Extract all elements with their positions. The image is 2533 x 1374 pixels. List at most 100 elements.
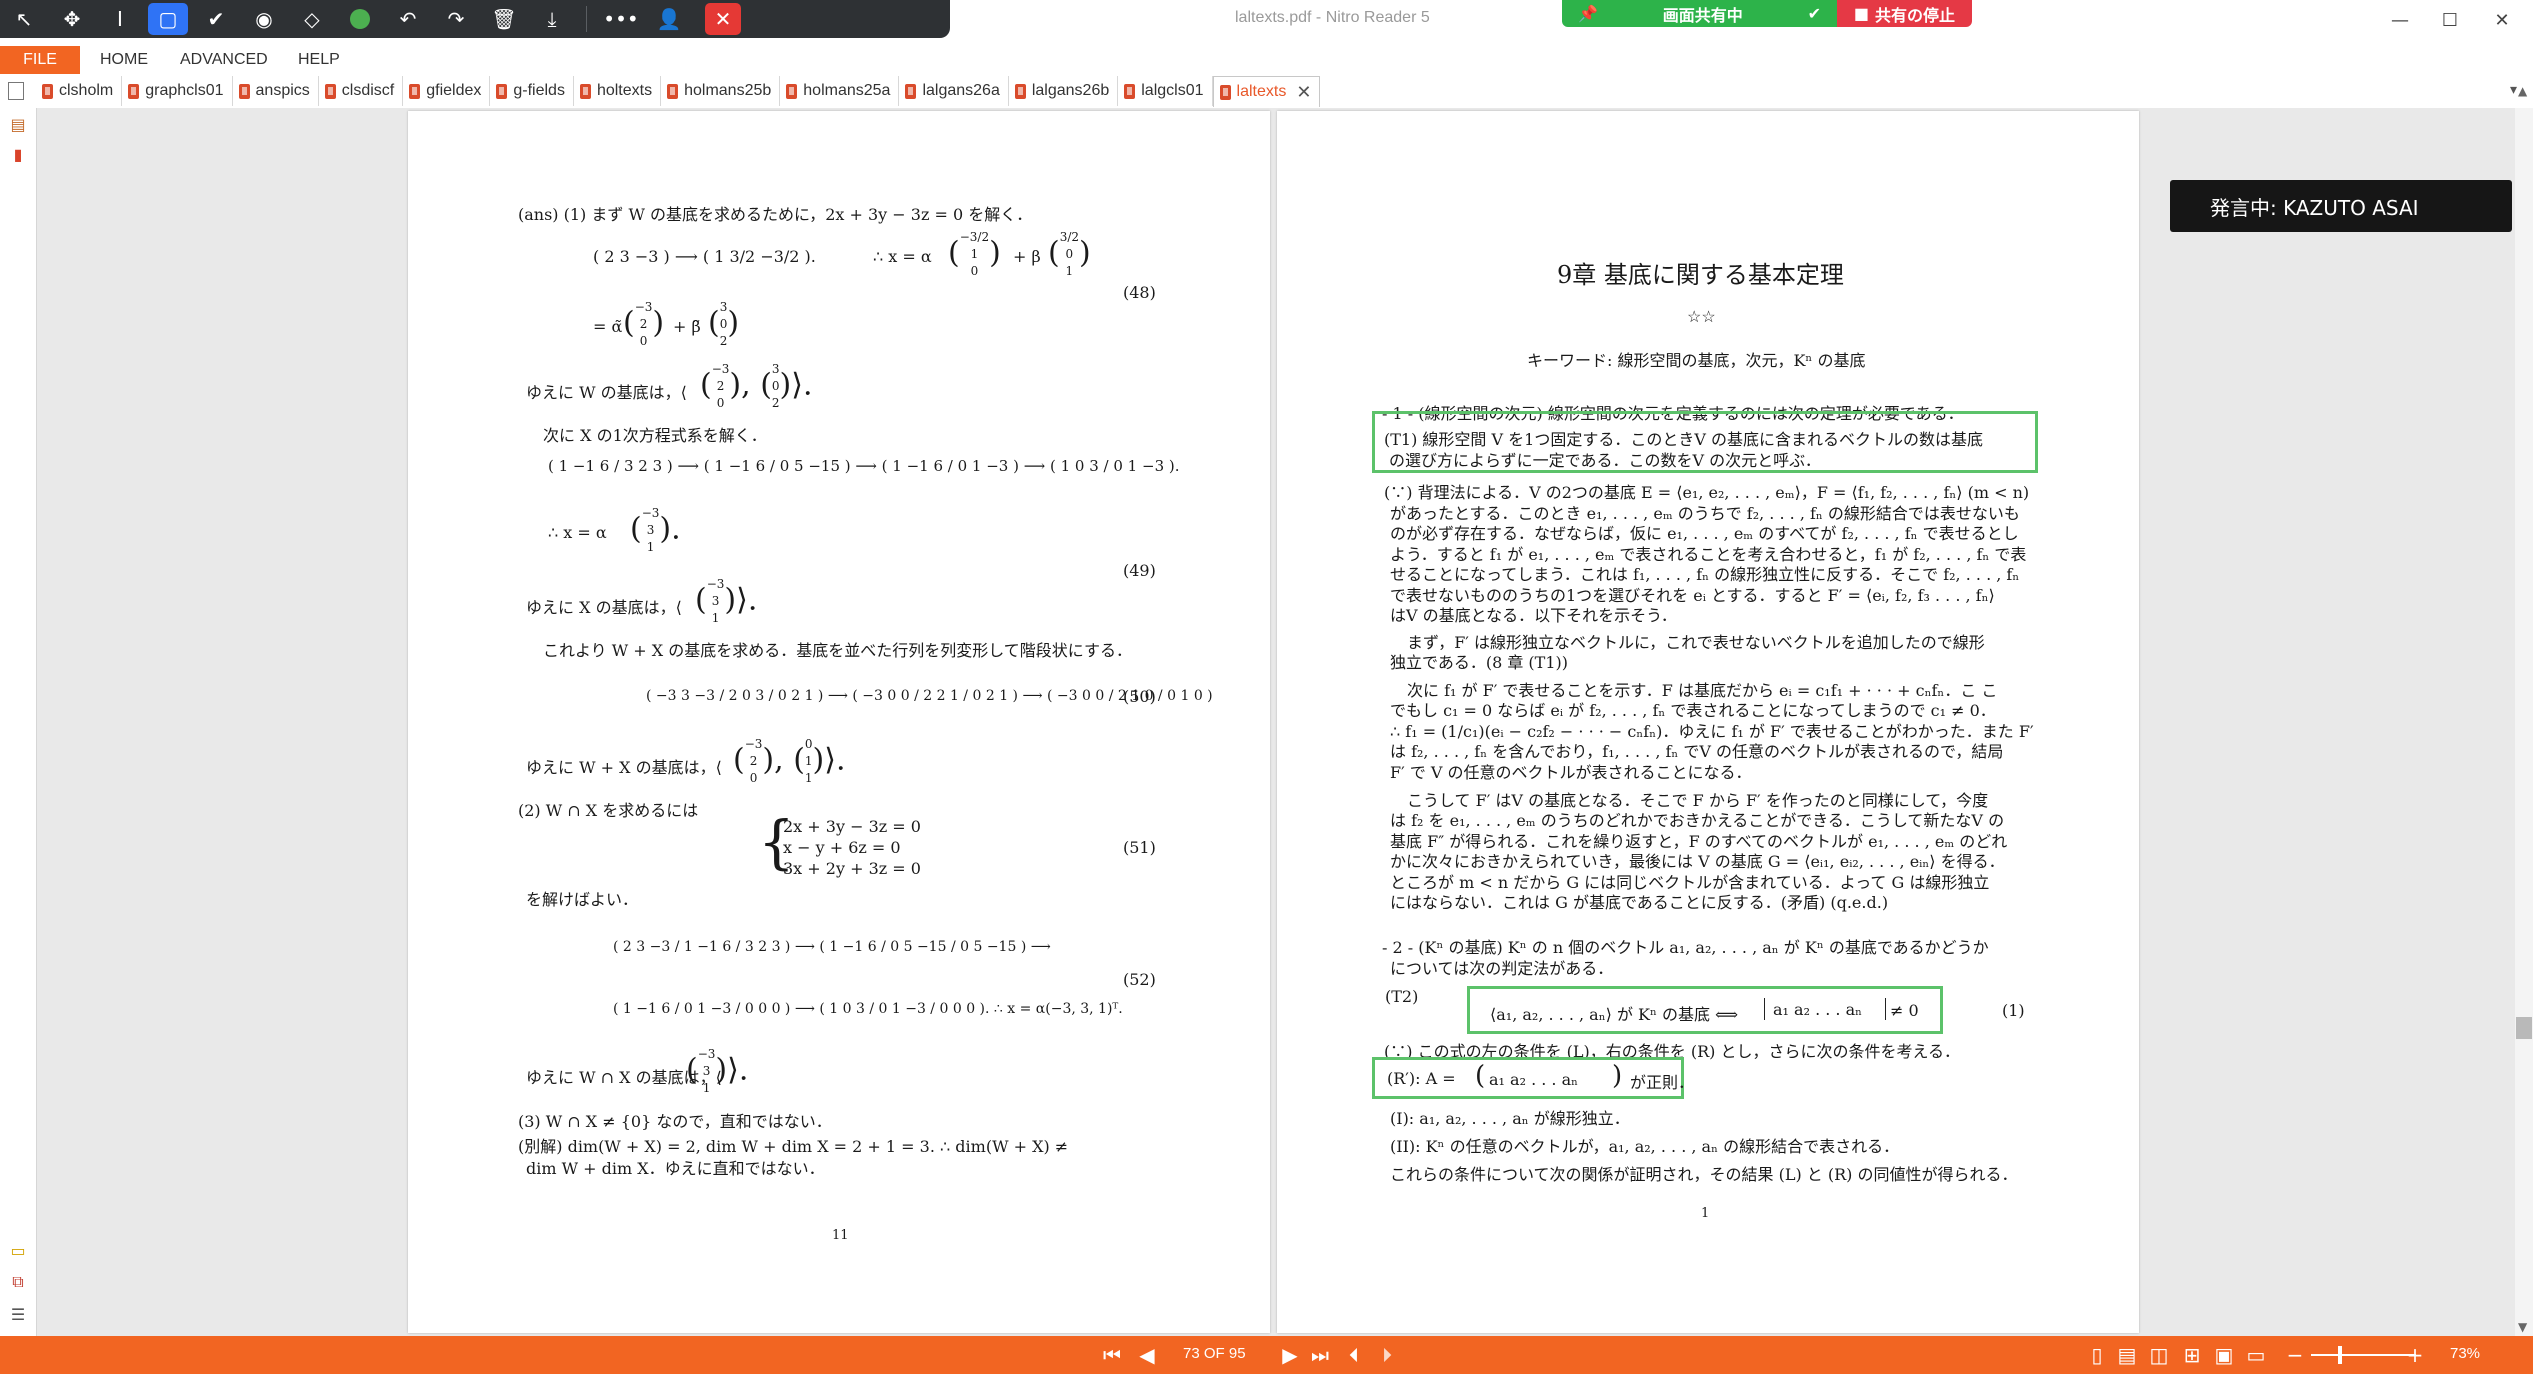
pdf-icon: [238, 83, 250, 99]
menu-advanced[interactable]: ADVANCED: [180, 46, 268, 74]
minimize-button[interactable]: —: [2375, 4, 2425, 36]
scroll-down-icon[interactable]: ▼: [2518, 1320, 2527, 1334]
pdf-icon: [579, 83, 591, 99]
checkmark-icon[interactable]: ✔: [192, 0, 240, 38]
menu-file[interactable]: FILE: [0, 46, 80, 74]
matrix-a: a₁ a₂ . . . aₙ: [1489, 1070, 1579, 1089]
window-title: laltexts.pdf - Nitro Reader 5: [1235, 9, 1430, 26]
tab-lalgans26a[interactable]: lalgans26a: [899, 76, 1009, 106]
previous-page-icon[interactable]: ◀: [1135, 1343, 1159, 1367]
proof-line: F′ で V の任意のベクトルが表されることになる．: [1390, 763, 1752, 782]
stamp-icon[interactable]: ◉: [240, 0, 288, 38]
more-icon[interactable]: •••: [597, 0, 645, 38]
system-equation: x − y + 6z = 0: [783, 838, 901, 857]
fit-width-icon[interactable]: ▭: [2244, 1343, 2268, 1367]
fit-page-icon[interactable]: ▣: [2212, 1343, 2236, 1367]
scrollbar-thumb[interactable]: [2516, 1017, 2532, 1039]
matrix: (−3 3 1).: [630, 506, 681, 554]
pdf-icon: [1219, 84, 1231, 100]
comments-panel-icon[interactable]: ▭: [8, 1240, 28, 1260]
tab-clsholm[interactable]: clsholm: [36, 76, 123, 106]
move-icon[interactable]: ✥: [48, 0, 96, 38]
row-reduction-5: ( 1 −1 6 / 0 1 −3 / 0 0 0 ) ⟶ ( 1 0 3 / …: [613, 1001, 1123, 1017]
single-page-view-icon[interactable]: ▯: [2085, 1343, 2109, 1367]
system-equation: 3x + 2y + 3z = 0: [783, 859, 921, 878]
zoom-slider-thumb[interactable]: [2338, 1346, 2342, 1364]
text-line: ∴ x = α: [873, 247, 932, 266]
pdf-icon: [128, 83, 140, 99]
tab-laltexts[interactable]: laltexts ✕: [1212, 76, 1321, 107]
speaking-indicator: 発言中: KAZUTO ASAI: [2170, 180, 2512, 232]
text-cursor-icon[interactable]: I: [96, 0, 144, 38]
close-toolbar-icon[interactable]: ✕: [705, 3, 741, 35]
tab-holmans25a[interactable]: holmans25a: [780, 76, 900, 106]
zoom-in-icon[interactable]: +: [2403, 1343, 2427, 1367]
pdf-icon: [409, 83, 421, 99]
tab-overflow-icon[interactable]: ▾: [2510, 82, 2517, 98]
last-page-icon[interactable]: ⏭: [1308, 1343, 1332, 1367]
facing-view-icon[interactable]: ◫: [2147, 1343, 2171, 1367]
keywords: キーワード: 線形空間の基底，次元，Kⁿ の基底: [1527, 351, 1866, 370]
equation-number: (1): [2002, 1001, 2025, 1020]
continuous-view-icon[interactable]: ▤: [2115, 1343, 2139, 1367]
maximize-button[interactable]: ☐: [2425, 4, 2475, 36]
trash-icon[interactable]: 🗑: [480, 0, 528, 38]
pdf-icon: [786, 83, 798, 99]
color-picker-icon[interactable]: [336, 0, 384, 38]
tab-lalgcls01[interactable]: lalgcls01: [1118, 76, 1213, 106]
tab-gfieldex[interactable]: gfieldex: [403, 76, 491, 106]
rectangle-tool-icon[interactable]: ▢: [148, 3, 188, 35]
scroll-up-icon[interactable]: ▲: [2518, 84, 2527, 98]
forward-view-icon[interactable]: ⏵: [1375, 1343, 1399, 1367]
menu-home[interactable]: HOME: [100, 46, 148, 74]
eraser-icon[interactable]: ◇: [288, 0, 336, 38]
pages-panel-icon[interactable]: ▤: [8, 114, 28, 134]
zoom-out-icon[interactable]: −: [2283, 1343, 2307, 1367]
page-indicator[interactable]: 73 OF 95: [1183, 1345, 1246, 1362]
system-equation: 2x + 3y − 3z = 0: [783, 817, 921, 836]
close-button[interactable]: ✕: [2477, 4, 2527, 36]
chapter-title: 9章 基底に関する基本定理: [1557, 261, 1844, 289]
continuous-facing-view-icon[interactable]: ⊞: [2180, 1343, 2204, 1367]
menu-help[interactable]: HELP: [298, 46, 340, 74]
row-reduction-1: ( 2 3 −3 ) ⟶ ( 1 3/2 −3/2 ).: [593, 247, 816, 266]
pointer-icon[interactable]: ↖: [0, 0, 48, 38]
tab-g-fields[interactable]: g-fields: [490, 76, 574, 106]
download-icon[interactable]: ⤓: [528, 0, 576, 38]
page-number: 1: [1701, 1206, 1710, 1221]
next-page-icon[interactable]: ▶: [1278, 1343, 1302, 1367]
tab-lalgans26b[interactable]: lalgans26b: [1009, 76, 1119, 106]
vertical-scrollbar[interactable]: [2515, 108, 2533, 1336]
matrix: (−3 2 0): [623, 300, 665, 348]
tab-clsdiscf[interactable]: clsdiscf: [319, 76, 404, 106]
tab-holmans25b[interactable]: holmans25b: [661, 76, 781, 106]
first-page-icon[interactable]: ⏮: [1100, 1343, 1124, 1367]
redo-icon[interactable]: ↷: [432, 0, 480, 38]
output-panel-icon[interactable]: ☰: [8, 1304, 28, 1324]
tab-anspics[interactable]: anspics: [233, 76, 319, 106]
not-equal-zero: ≠ 0: [1890, 1001, 1919, 1020]
shield-icon: ✔: [1807, 4, 1821, 23]
tab-graphcls01[interactable]: graphcls01: [122, 76, 233, 106]
zoom-level[interactable]: 73%: [2450, 1345, 2480, 1362]
text-line: ゆえに W の基底は，⟨: [526, 383, 687, 402]
user-settings-icon[interactable]: 👤: [645, 0, 693, 38]
stop-icon: ■: [1853, 4, 1870, 23]
pdf-icon: [1124, 83, 1136, 99]
theorem-t2: ⟨a₁, a₂, . . . , aₙ⟩ が Kⁿ の基底 ⟺: [1490, 1005, 1739, 1024]
bookmarks-panel-icon[interactable]: ▮: [8, 144, 28, 164]
stop-share-button[interactable]: ■ 共有の停止: [1837, 0, 1972, 27]
text-line: = α̃: [593, 317, 623, 336]
equation-number: (48): [1123, 283, 1156, 302]
undo-icon[interactable]: ↶: [384, 0, 432, 38]
document-list-icon[interactable]: [8, 82, 24, 100]
attachments-panel-icon[interactable]: ⧉: [8, 1272, 28, 1292]
tab-holtexts[interactable]: holtexts: [574, 76, 662, 106]
status-bar: ⏮ ◀ 73 OF 95 ▶ ⏭ ⏴ ⏵ ▯ ▤ ◫ ⊞ ▣ ▭ − + 73%: [0, 1336, 2533, 1374]
back-view-icon[interactable]: ⏴: [1342, 1343, 1366, 1367]
zoom-slider[interactable]: [2311, 1354, 2416, 1356]
menu-bar: FILE HOME ADVANCED HELP: [0, 46, 2533, 74]
pdf-page-left: (ans) (1) まず W の基底を求めるために，2x + 3y − 3z =…: [408, 111, 1270, 1333]
pdf-icon: [1014, 83, 1026, 99]
close-tab-icon[interactable]: ✕: [1296, 82, 1311, 103]
